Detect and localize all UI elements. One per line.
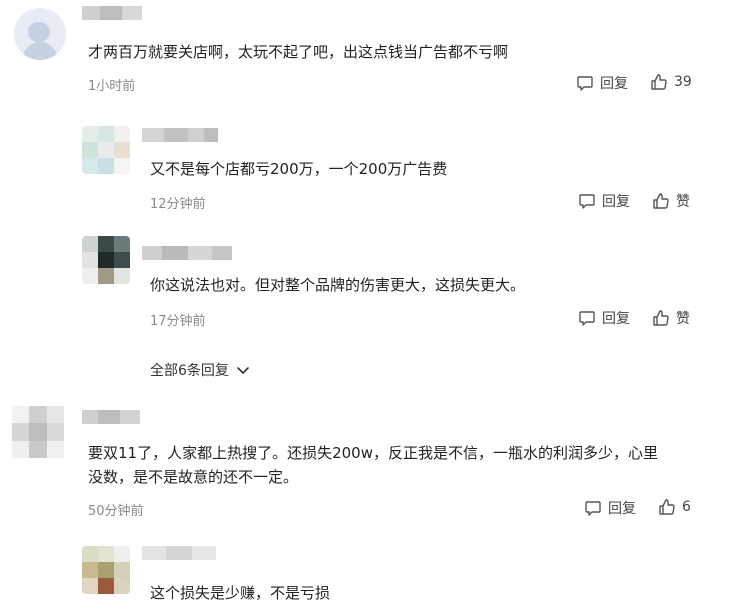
reply-button[interactable]: 回复 bbox=[584, 498, 636, 518]
comment-bubble-icon bbox=[577, 76, 593, 91]
like-button[interactable]: 赞 bbox=[652, 308, 690, 328]
comment-time: 50分钟前 bbox=[88, 504, 144, 519]
like-button[interactable]: 39 bbox=[650, 73, 692, 91]
reply-text: 你这说法也对。但对整个品牌的伤害更大，这损失更大。 bbox=[150, 276, 526, 294]
reply-time: 17分钟前 bbox=[150, 314, 206, 329]
comment-time: 1小时前 bbox=[88, 79, 136, 94]
like-button[interactable]: 赞 bbox=[652, 191, 690, 211]
reply-time: 12分钟前 bbox=[150, 197, 206, 212]
chevron-down-icon bbox=[237, 367, 249, 374]
reply-label: 回复 bbox=[602, 194, 630, 210]
comment-bubble-icon bbox=[579, 194, 595, 209]
like-count: 39 bbox=[674, 74, 692, 90]
expand-replies-label: 全部6条回复 bbox=[150, 363, 229, 379]
like-label: 赞 bbox=[676, 311, 690, 327]
thumbs-up-icon bbox=[653, 193, 669, 209]
avatar[interactable] bbox=[82, 126, 130, 174]
reply-button[interactable]: 回复 bbox=[578, 308, 630, 328]
thumbs-up-icon bbox=[651, 74, 667, 90]
reply-text: 这个损失是少赚，不是亏损 bbox=[150, 584, 331, 602]
avatar[interactable] bbox=[82, 236, 130, 284]
like-button[interactable]: 6 bbox=[658, 498, 691, 516]
comment-text-line1: 要双11了，人家都上热搜了。还损失200w，反正我是不信，一瓶水的利润多少，心里 bbox=[88, 444, 658, 462]
username-blurred[interactable] bbox=[82, 410, 140, 424]
comment-bubble-icon bbox=[585, 501, 601, 516]
comment-text: 才两百万就要关店啊，太玩不起了吧，出这点钱当广告都不亏啊 bbox=[88, 43, 509, 61]
reply-label: 回复 bbox=[602, 311, 630, 327]
username-blurred[interactable] bbox=[82, 6, 142, 20]
like-count: 6 bbox=[682, 499, 691, 515]
reply-button[interactable]: 回复 bbox=[578, 191, 630, 211]
avatar[interactable] bbox=[12, 406, 64, 458]
username-blurred[interactable] bbox=[142, 246, 232, 260]
reply-button[interactable]: 回复 bbox=[576, 73, 628, 93]
reply-label: 回复 bbox=[608, 501, 636, 517]
comment-text-line2: 没数，是不是故意的还不一定。 bbox=[88, 468, 299, 486]
reply-text: 又不是每个店都亏200万，一个200万广告费 bbox=[150, 160, 448, 178]
reply-label: 回复 bbox=[600, 76, 628, 92]
avatar[interactable] bbox=[82, 546, 130, 594]
like-label: 赞 bbox=[676, 194, 690, 210]
username-blurred[interactable] bbox=[142, 128, 218, 142]
avatar[interactable] bbox=[14, 8, 66, 60]
thumbs-up-icon bbox=[653, 310, 669, 326]
comment-bubble-icon bbox=[579, 311, 595, 326]
thumbs-up-icon bbox=[659, 499, 675, 515]
expand-replies-link[interactable]: 全部6条回复 bbox=[150, 360, 251, 380]
username-blurred[interactable] bbox=[142, 546, 216, 560]
